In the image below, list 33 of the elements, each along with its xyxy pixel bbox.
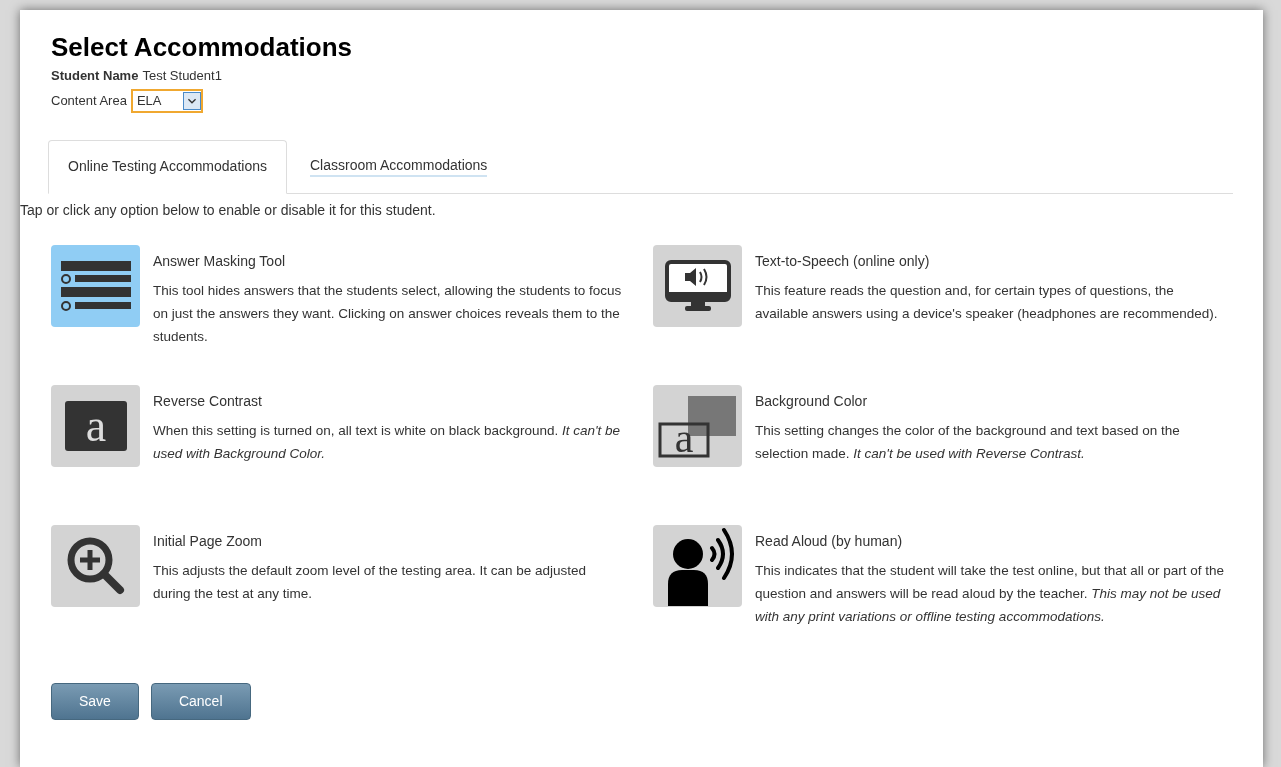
option-description: When this setting is turned on, all text is white on black background. It can't be used with Background Color. bbox=[153, 421, 622, 463]
option-tile[interactable] bbox=[51, 244, 140, 327]
tab[interactable]: Online Testing Accommodations bbox=[48, 139, 287, 194]
option-description: This adjusts the default zoom level of the testing area. It can be adjusted during the test at any time. bbox=[153, 561, 587, 603]
option-description: This tool hides answers that the students select, allowing the students to focus on just the answers they want. Clicking on answer choices reveals them to the students. bbox=[153, 281, 623, 346]
instructions-text: Tap or click any option below to enable or disable it for this student. bbox=[20, 200, 437, 220]
chevron-down-icon bbox=[182, 91, 201, 110]
student-name-value: Test Student1 bbox=[142, 67, 222, 85]
zoom-in-icon bbox=[65, 535, 126, 596]
letter-a-icon: a bbox=[64, 400, 127, 451]
option-title: Answer Masking Tool bbox=[153, 251, 287, 271]
option-tile[interactable] bbox=[653, 244, 742, 327]
tab[interactable]: Classroom Accommodations bbox=[286, 138, 511, 193]
content-area-label: Content Area bbox=[51, 91, 127, 110]
monitor-speaker-icon bbox=[664, 259, 731, 312]
option-title: Text-to-Speech (online only) bbox=[755, 251, 931, 271]
student-name-label: Student Name bbox=[51, 67, 139, 85]
action-button[interactable]: Save bbox=[51, 682, 139, 720]
list-icon bbox=[60, 260, 131, 311]
option-description: This setting changes the color of the background and text based on the selection made. It can't be used with Reverse Contrast. bbox=[755, 421, 1181, 463]
option-tile[interactable] bbox=[51, 524, 140, 607]
option-title: Read Aloud (by human) bbox=[755, 531, 904, 551]
page-title: Select Accommodations bbox=[51, 31, 353, 64]
option-title: Reverse Contrast bbox=[153, 391, 263, 411]
option-description: This feature reads the question and, for certain types of questions, the available answers using a device's speaker (headphones are recommended). bbox=[755, 281, 1219, 323]
option-title: Initial Page Zoom bbox=[153, 531, 263, 551]
content-area-dropdown[interactable]: ELA bbox=[130, 88, 203, 113]
option-tile[interactable]: a bbox=[653, 384, 742, 467]
option-tile[interactable] bbox=[653, 524, 742, 607]
option-description: This indicates that the student will take the test online, but that all or part of the question and answers will be read aloud by the teacher. This may not be used with any print variations or offline testing accommodations. bbox=[755, 561, 1226, 626]
option-tile[interactable]: a bbox=[51, 384, 140, 467]
option-title: Background Color bbox=[755, 391, 869, 411]
action-button[interactable]: Cancel bbox=[150, 682, 251, 720]
